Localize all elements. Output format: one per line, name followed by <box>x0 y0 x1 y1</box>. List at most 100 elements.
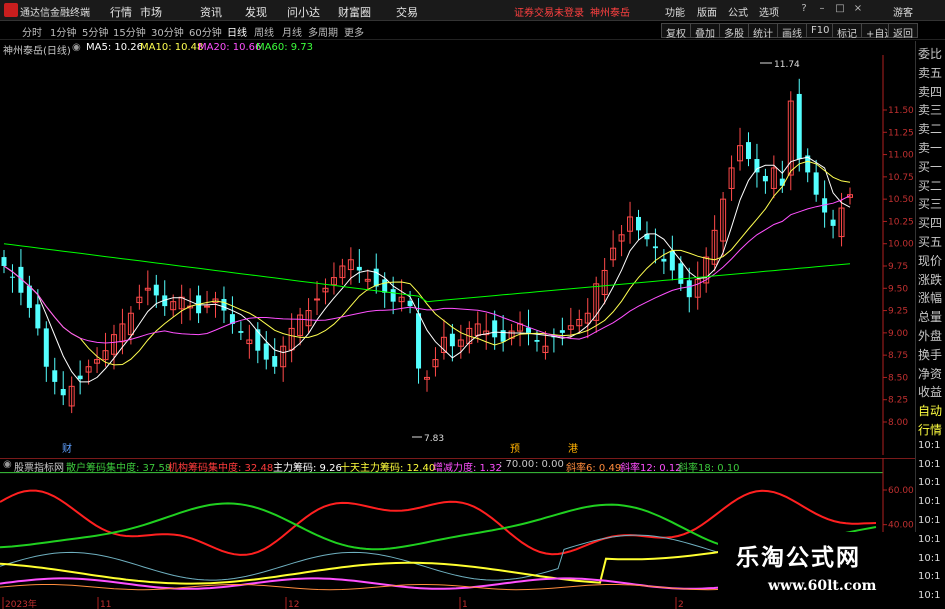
minimize-icon[interactable]: – <box>815 3 829 17</box>
candle-body <box>669 250 675 271</box>
side-panel-item[interactable]: 行情 <box>918 421 942 438</box>
candle-body <box>745 142 751 160</box>
quote-side-panel: 委比 卖五 卖四 卖三 卖二 卖一 买一 买二 买三 买四 买五 现价 涨跌 涨幅 总量 外盘 换手 净资 收益 自动… <box>915 41 945 609</box>
side-panel-item: 买五 <box>918 235 943 249</box>
side-panel-item: 卖四 <box>918 84 943 99</box>
candle-body <box>652 246 658 249</box>
ma60-value: MA60: 9.73 <box>256 42 314 53</box>
adjust-button[interactable]: 复权 <box>661 23 691 40</box>
period-weekly[interactable]: 周线 <box>254 24 274 39</box>
candle-body <box>255 329 261 351</box>
period-15min[interactable]: 15分钟 <box>113 24 146 39</box>
candle-body <box>678 263 684 284</box>
ma5-value: MA5: 10.26 <box>86 42 144 53</box>
candle-body <box>221 298 227 311</box>
side-panel-item: 卖三 <box>918 103 943 118</box>
stock-link[interactable]: 神州泰岳 <box>590 4 630 19</box>
side-panel-item: 10:1 <box>918 552 941 564</box>
multi-stock-button[interactable]: 多股 <box>719 23 749 40</box>
side-panel-item: 买四 <box>918 216 943 231</box>
candle-body <box>390 289 396 302</box>
stats-button[interactable]: 统计 <box>748 23 778 40</box>
price-tick-label: 11.00 <box>888 151 914 161</box>
side-panel-item: 10:1 <box>918 533 941 545</box>
price-tick-label: 9.25 <box>888 307 908 317</box>
period-multi[interactable]: 多周期 <box>308 24 338 39</box>
price-tick-label: 10.50 <box>888 195 914 205</box>
login-status[interactable]: 证券交易未登录 <box>514 4 584 19</box>
tool-options[interactable]: 选项 <box>759 4 779 19</box>
maximize-icon[interactable]: □ <box>833 3 847 17</box>
candle-body <box>779 178 785 186</box>
overlay-button[interactable]: 叠加 <box>690 23 720 40</box>
date-label: 2 <box>678 600 684 609</box>
side-panel-item: 总量 <box>918 310 943 325</box>
candle-body <box>534 339 540 342</box>
side-panel-item[interactable]: 自动 <box>918 402 942 419</box>
side-panel-item: 现价 <box>918 253 943 268</box>
period-monthly[interactable]: 月线 <box>282 24 302 39</box>
price-tick-label: 9.00 <box>888 329 908 339</box>
candle-body <box>449 333 455 347</box>
side-panel-item: 买二 <box>918 178 943 193</box>
sub-tick-label: 60.00 <box>888 486 914 496</box>
close-icon[interactable]: × <box>851 3 865 17</box>
watermark-title: 乐淘公式网 <box>736 544 861 571</box>
back-button[interactable]: 返回 <box>888 23 918 40</box>
menu-item-market[interactable]: 市场 <box>140 4 162 20</box>
ma20-value: MA20: 10.66 <box>198 42 262 53</box>
tool-formula[interactable]: 公式 <box>728 4 748 19</box>
period-60min[interactable]: 60分钟 <box>189 24 222 39</box>
ma-info-line: 神州泰岳(日线) ◉ MA5: 10.26 MA10: 10.48 MA20: … <box>0 41 700 57</box>
ma5-line <box>3 156 851 383</box>
watermark-url: www.60lt.com <box>768 578 877 594</box>
period-5min[interactable]: 5分钟 <box>82 24 108 39</box>
side-panel-item: 涨跌 <box>918 272 943 287</box>
side-panel-item: 买一 <box>918 159 943 174</box>
period-more[interactable]: 更多 <box>344 24 364 39</box>
menu-bar: 通达信金融终端 行情 市场 资讯 发现 问小达 财富圈 交易 证券交易未登录 神… <box>0 0 945 21</box>
guest-user[interactable]: 游客 <box>893 4 913 19</box>
event-marker: 预 <box>510 443 520 455</box>
settings-icon[interactable]: ◉ <box>72 42 81 53</box>
help-icon[interactable]: ? <box>797 3 811 17</box>
candle-body <box>661 258 667 262</box>
period-1min[interactable]: 1分钟 <box>50 24 76 39</box>
candle-body <box>26 285 32 308</box>
period-30min[interactable]: 30分钟 <box>151 24 184 39</box>
menu-item-ask[interactable]: 问小达 <box>287 4 320 20</box>
candle-body <box>43 328 49 367</box>
low-label: 7.83 <box>424 434 444 444</box>
menu-item-news[interactable]: 资讯 <box>200 4 222 20</box>
f10-button[interactable]: F10 <box>806 23 835 38</box>
high-label: 11.74 <box>774 60 800 70</box>
price-tick-label: 11.25 <box>888 128 914 138</box>
mark-button[interactable]: 标记 <box>832 23 862 40</box>
period-daily[interactable]: 日线 <box>227 24 247 39</box>
menu-item-wealth[interactable]: 财富圈 <box>338 4 371 20</box>
price-tick-label: 10.75 <box>888 173 914 183</box>
candle-body <box>52 370 58 382</box>
ma10-value: MA10: 10.48 <box>140 42 204 53</box>
candle-body <box>686 280 692 298</box>
date-label: 2023年 <box>5 598 37 609</box>
side-panel-item: 换手 <box>918 347 943 362</box>
draw-button[interactable]: 画线 <box>777 23 807 40</box>
side-panel-item: 卖一 <box>918 141 943 155</box>
kline-chart[interactable]: 11.50 11.25 11.00 10.75 10.50 10.25 10.00 9.75 9… <box>0 55 915 455</box>
candle-body <box>77 375 83 380</box>
period-timeshare[interactable]: 分时 <box>22 24 42 39</box>
side-panel-item: 10:1 <box>918 439 941 451</box>
candle-body <box>314 298 321 301</box>
menu-item-quotes[interactable]: 行情 <box>110 4 132 20</box>
side-panel-item: 10:1 <box>918 496 941 508</box>
candle-body <box>272 356 278 367</box>
menu-item-trade[interactable]: 交易 <box>396 4 418 20</box>
date-label: 12 <box>288 600 299 609</box>
candle-body <box>407 300 413 307</box>
side-panel-item: 涨幅 <box>918 291 943 306</box>
menu-item-discover[interactable]: 发现 <box>245 4 267 20</box>
tool-layout[interactable]: 版面 <box>697 4 717 19</box>
tool-function[interactable]: 功能 <box>665 4 685 19</box>
price-tick-label: 11.50 <box>888 106 914 116</box>
